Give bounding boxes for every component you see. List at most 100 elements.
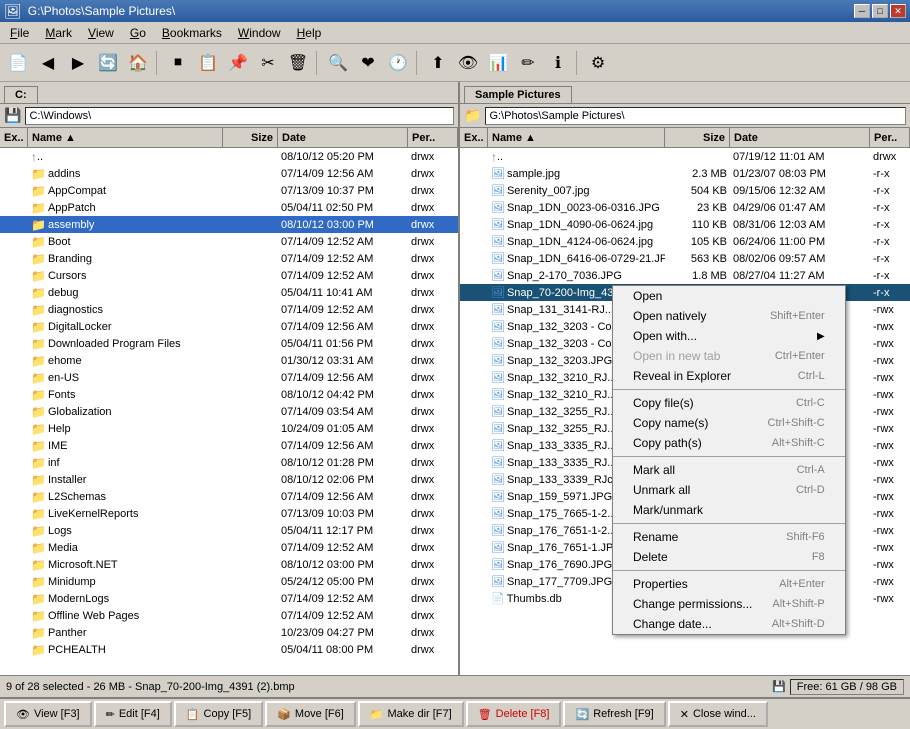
context-menu-item[interactable]: Open with... bbox=[613, 326, 845, 346]
list-item[interactable]: 📁Help 10/24/09 01:05 AM drwx bbox=[0, 420, 458, 437]
tb-fav-button[interactable]: ❤ bbox=[354, 49, 382, 77]
context-menu-item[interactable]: Open nativelyShift+Enter bbox=[613, 306, 845, 326]
list-item[interactable]: 🖼sample.jpg 2.3 MB 01/23/07 08:03 PM -r-… bbox=[460, 165, 910, 182]
list-item[interactable]: 📁Media 07/14/09 12:52 AM drwx bbox=[0, 539, 458, 556]
tb-fwd-button[interactable]: ▶ bbox=[64, 49, 92, 77]
context-menu-item[interactable]: Copy file(s)Ctrl-C bbox=[613, 393, 845, 413]
context-menu-item[interactable]: Unmark allCtrl-D bbox=[613, 480, 845, 500]
list-item[interactable]: 📁Panther 10/23/09 04:27 PM drwx bbox=[0, 624, 458, 641]
context-menu-item[interactable]: Open bbox=[613, 286, 845, 306]
list-item[interactable]: 📁LiveKernelReports 07/13/09 10:03 PM drw… bbox=[0, 505, 458, 522]
copy-button[interactable]: 📋 Copy [F5] bbox=[174, 701, 263, 727]
list-item[interactable]: 📁Downloaded Program Files 05/04/11 01:56… bbox=[0, 335, 458, 352]
left-col-size[interactable]: Size bbox=[223, 128, 278, 147]
list-item[interactable]: 📁inf 08/10/12 01:28 PM drwx bbox=[0, 454, 458, 471]
list-item[interactable]: 📁addins 07/14/09 12:56 AM drwx bbox=[0, 165, 458, 182]
list-item[interactable]: 🖼Serenity_007.jpg 504 KB 09/15/06 12:32 … bbox=[460, 182, 910, 199]
edit-button[interactable]: ✏ Edit [F4] bbox=[94, 701, 172, 727]
list-item[interactable]: ↑.. 08/10/12 05:20 PM drwx bbox=[0, 148, 458, 165]
list-item[interactable]: 🖼Snap_1DN_0023-06-0316.JPG 23 KB 04/29/0… bbox=[460, 199, 910, 216]
tb-view-button[interactable]: 👁 bbox=[454, 49, 482, 77]
tb-paste-button[interactable]: 📌 bbox=[224, 49, 252, 77]
right-col-name[interactable]: Name ▲ bbox=[488, 128, 665, 147]
context-menu-item[interactable]: Change date...Alt+Shift-D bbox=[613, 614, 845, 634]
context-menu-item[interactable]: DeleteF8 bbox=[613, 547, 845, 567]
tb-search-button[interactable]: 🔍 bbox=[324, 49, 352, 77]
tb-settings-button[interactable]: ⚙ bbox=[584, 49, 612, 77]
right-address-input[interactable] bbox=[485, 107, 906, 125]
menu-view[interactable]: View bbox=[80, 24, 122, 42]
list-item[interactable]: 📁PCHEALTH 05/04/11 08:00 PM drwx bbox=[0, 641, 458, 658]
list-item[interactable]: 📁assembly 08/10/12 03:00 PM drwx bbox=[0, 216, 458, 233]
list-item[interactable]: 📁Microsoft.NET 08/10/12 03:00 PM drwx bbox=[0, 556, 458, 573]
context-menu-item[interactable]: Copy path(s)Alt+Shift-C bbox=[613, 433, 845, 453]
list-item[interactable]: 📁ModernLogs 07/14/09 12:52 AM drwx bbox=[0, 590, 458, 607]
tb-new-button[interactable]: 📄 bbox=[4, 49, 32, 77]
tb-delete-button[interactable]: 🗑 bbox=[284, 49, 312, 77]
tb-copy-button[interactable]: 📋 bbox=[194, 49, 222, 77]
list-item[interactable]: 📁IME 07/14/09 12:56 AM drwx bbox=[0, 437, 458, 454]
maximize-button[interactable]: □ bbox=[872, 4, 888, 18]
list-item[interactable]: 📁Boot 07/14/09 12:52 AM drwx bbox=[0, 233, 458, 250]
menu-go[interactable]: Go bbox=[122, 24, 154, 42]
list-item[interactable]: 📁ehome 01/30/12 03:31 AM drwx bbox=[0, 352, 458, 369]
context-menu-item[interactable]: Mark/unmark bbox=[613, 500, 845, 520]
tb-refresh-button[interactable]: 🔄 bbox=[94, 49, 122, 77]
list-item[interactable]: 📁Fonts 08/10/12 04:42 PM drwx bbox=[0, 386, 458, 403]
list-item[interactable]: ↑.. 07/19/12 11:01 AM drwx bbox=[460, 148, 910, 165]
tb-up-button[interactable]: ⬆ bbox=[424, 49, 452, 77]
list-item[interactable]: 📁en-US 07/14/09 12:56 AM drwx bbox=[0, 369, 458, 386]
menu-file[interactable]: File bbox=[2, 24, 37, 42]
close-button[interactable]: ✕ bbox=[890, 4, 906, 18]
tb-info-button[interactable]: ℹ bbox=[544, 49, 572, 77]
left-col-date[interactable]: Date bbox=[278, 128, 408, 147]
context-menu-item[interactable]: Change permissions...Alt+Shift-P bbox=[613, 594, 845, 614]
list-item[interactable]: 📁diagnostics 07/14/09 12:52 AM drwx bbox=[0, 301, 458, 318]
tb-home-button[interactable]: 🏠 bbox=[124, 49, 152, 77]
list-item[interactable]: 🖼Snap_1DN_4124-06-0624.jpg 105 KB 06/24/… bbox=[460, 233, 910, 250]
tb-stop-button[interactable]: ⏹ bbox=[164, 49, 192, 77]
list-item[interactable]: 🖼Snap_2-170_7036.JPG 1.8 MB 08/27/04 11:… bbox=[460, 267, 910, 284]
tb-props-button[interactable]: 📊 bbox=[484, 49, 512, 77]
list-item[interactable]: 📁Cursors 07/14/09 12:52 AM drwx bbox=[0, 267, 458, 284]
right-panel-tab[interactable]: Sample Pictures bbox=[464, 86, 572, 103]
list-item[interactable]: 📁Offline Web Pages 07/14/09 12:52 AM drw… bbox=[0, 607, 458, 624]
tb-hist-button[interactable]: 🕐 bbox=[384, 49, 412, 77]
list-item[interactable]: 📁Minidump 05/24/12 05:00 PM drwx bbox=[0, 573, 458, 590]
left-address-input[interactable] bbox=[25, 107, 454, 125]
menu-mark[interactable]: Mark bbox=[37, 24, 80, 42]
list-item[interactable]: 🖼Snap_1DN_4090-06-0624.jpg 110 KB 08/31/… bbox=[460, 216, 910, 233]
delete-button[interactable]: 🗑 Delete [F8] bbox=[466, 701, 562, 727]
left-col-per[interactable]: Per.. bbox=[408, 128, 458, 147]
list-item[interactable]: 📁DigitalLocker 07/14/09 12:56 AM drwx bbox=[0, 318, 458, 335]
context-menu-item[interactable]: RenameShift-F6 bbox=[613, 527, 845, 547]
context-menu-item[interactable]: Reveal in ExplorerCtrl-L bbox=[613, 366, 845, 386]
left-col-name[interactable]: Name ▲ bbox=[28, 128, 223, 147]
tb-cut-button[interactable]: ✂ bbox=[254, 49, 282, 77]
minimize-button[interactable]: ─ bbox=[854, 4, 870, 18]
closewind-button[interactable]: ✕ Close wind... bbox=[668, 701, 768, 727]
list-item[interactable]: 📁Globalization 07/14/09 03:54 AM drwx bbox=[0, 403, 458, 420]
list-item[interactable]: 📁AppCompat 07/13/09 10:37 PM drwx bbox=[0, 182, 458, 199]
menu-window[interactable]: Window bbox=[230, 24, 289, 42]
refresh-button[interactable]: 🔄 Refresh [F9] bbox=[563, 701, 665, 727]
menu-help[interactable]: Help bbox=[289, 24, 330, 42]
list-item[interactable]: 📁L2Schemas 07/14/09 12:56 AM drwx bbox=[0, 488, 458, 505]
list-item[interactable]: 📁AppPatch 05/04/11 02:50 PM drwx bbox=[0, 199, 458, 216]
list-item[interactable]: 🖼Snap_1DN_6416-06-0729-21.JPG 563 KB 08/… bbox=[460, 250, 910, 267]
right-col-size[interactable]: Size bbox=[665, 128, 730, 147]
tb-back-button[interactable]: ◀ bbox=[34, 49, 62, 77]
context-menu-item[interactable]: Mark allCtrl-A bbox=[613, 460, 845, 480]
list-item[interactable]: 📁debug 05/04/11 10:41 AM drwx bbox=[0, 284, 458, 301]
list-item[interactable]: 📁Branding 07/14/09 12:52 AM drwx bbox=[0, 250, 458, 267]
list-item[interactable]: 📁Installer 08/10/12 02:06 PM drwx bbox=[0, 471, 458, 488]
move-button[interactable]: 📦 Move [F6] bbox=[265, 701, 356, 727]
context-menu-item[interactable]: PropertiesAlt+Enter bbox=[613, 574, 845, 594]
list-item[interactable]: 📁Logs 05/04/11 12:17 PM drwx bbox=[0, 522, 458, 539]
tb-edit-button[interactable]: ✏ bbox=[514, 49, 542, 77]
makedir-button[interactable]: 📁 Make dir [F7] bbox=[358, 701, 464, 727]
menu-bookmarks[interactable]: Bookmarks bbox=[154, 24, 230, 42]
view-button[interactable]: 👁 View [F3] bbox=[4, 701, 92, 727]
context-menu-item[interactable]: Copy name(s)Ctrl+Shift-C bbox=[613, 413, 845, 433]
right-col-per[interactable]: Per.. bbox=[870, 128, 910, 147]
